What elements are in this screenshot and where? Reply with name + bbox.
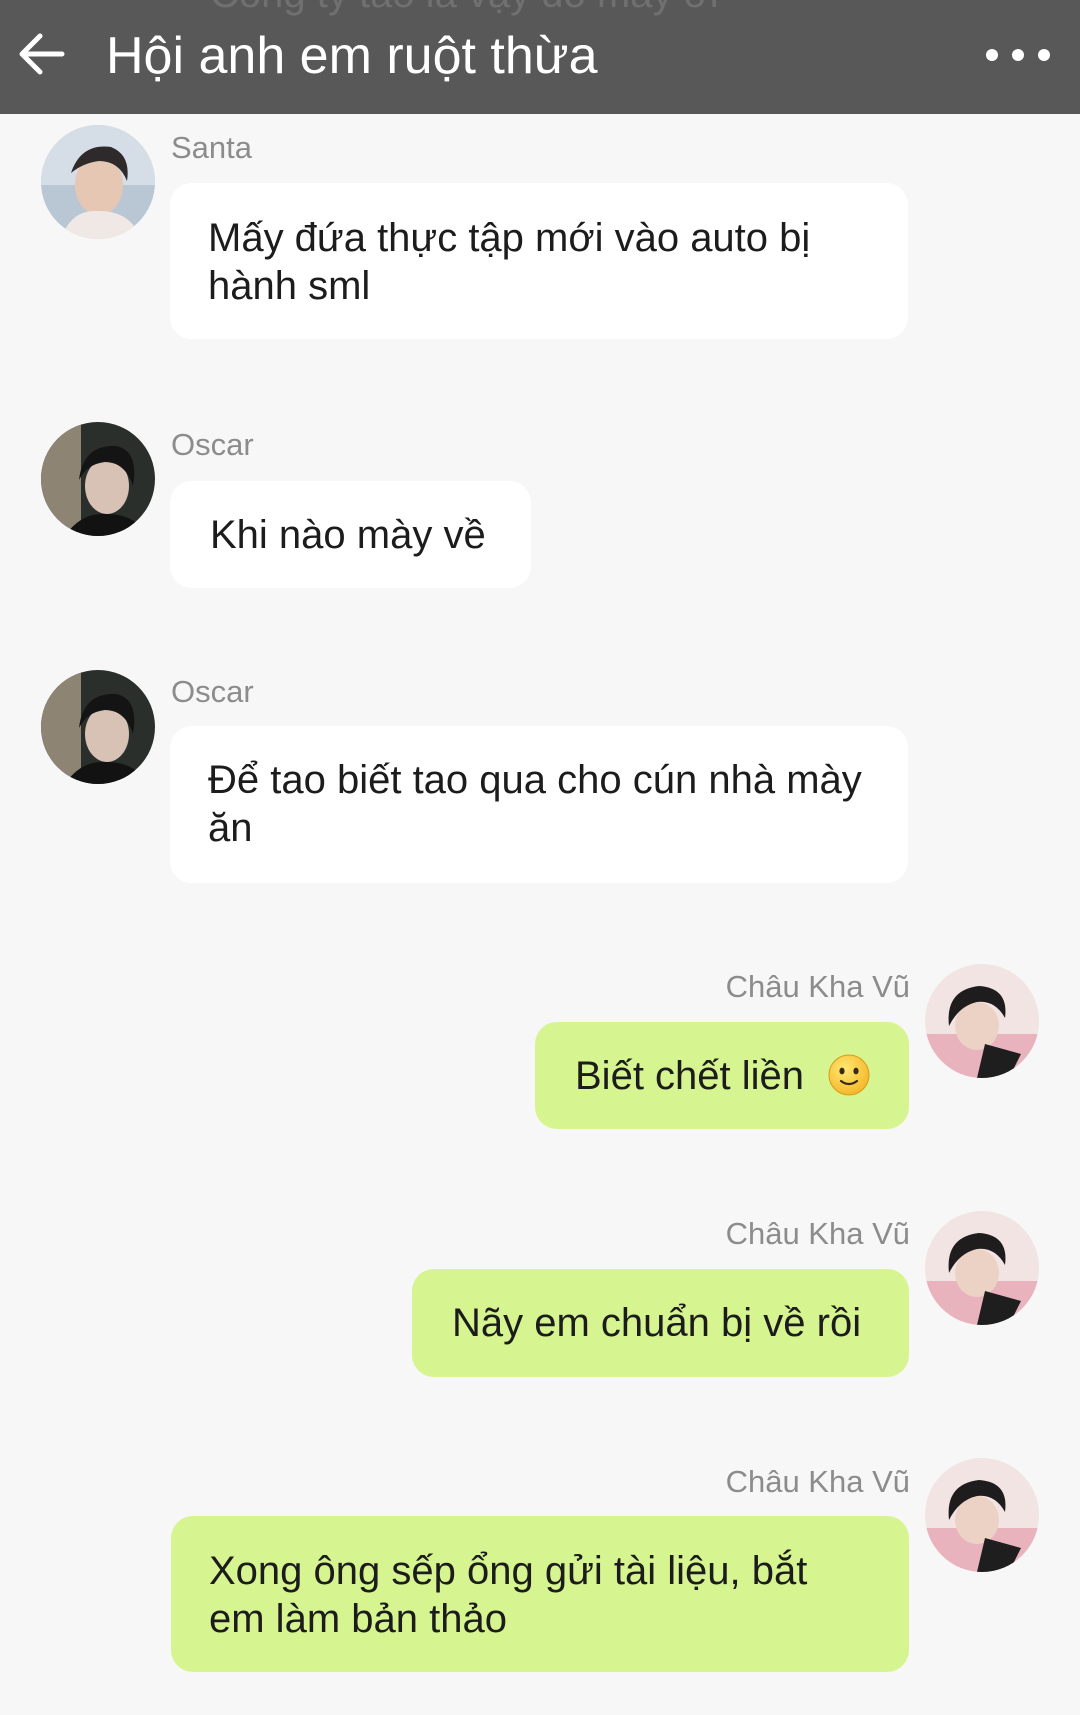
sender-name: Châu Kha Vũ bbox=[725, 1464, 910, 1499]
chat-header: Công ty tao là vậy đó mày ơi Hội anh em … bbox=[0, 0, 1080, 114]
more-options-button[interactable] bbox=[980, 34, 1060, 74]
avatar-oscar[interactable] bbox=[41, 422, 155, 536]
sender-name: Oscar bbox=[171, 427, 254, 462]
message-bubble[interactable]: Mấy đứa thực tập mới vào auto bị hành sm… bbox=[170, 183, 908, 339]
sender-name: Châu Kha Vũ bbox=[725, 969, 910, 1004]
avatar-oscar[interactable] bbox=[41, 670, 155, 784]
arrow-left-icon bbox=[19, 33, 65, 75]
avatar-chau-kha-vu[interactable] bbox=[925, 964, 1039, 1078]
message-bubble[interactable]: Để tao biết tao qua cho cún nhà mày ăn bbox=[170, 726, 908, 883]
message-bubble[interactable]: Biết chết liền bbox=[535, 1022, 909, 1129]
page-title: Hội anh em ruột thừa bbox=[106, 27, 598, 85]
slightly-smiling-face-icon bbox=[828, 1054, 870, 1096]
previous-message-ghost-text: Công ty tao là vậy đó mày ơi bbox=[210, 0, 719, 17]
sender-name: Santa bbox=[171, 130, 253, 165]
back-button[interactable] bbox=[14, 26, 70, 82]
avatar-chau-kha-vu[interactable] bbox=[925, 1458, 1039, 1572]
avatar-chau-kha-vu[interactable] bbox=[925, 1211, 1039, 1325]
message-bubble[interactable]: Xong ông sếp ổng gửi tài liệu, bắt em là… bbox=[171, 1516, 909, 1672]
sender-name: Oscar bbox=[171, 674, 254, 709]
message-text: Biết chết liền bbox=[575, 1054, 805, 1098]
more-dots-icon bbox=[986, 49, 998, 61]
message-bubble[interactable]: Khi nào mày về bbox=[170, 481, 531, 588]
sender-name: Châu Kha Vũ bbox=[725, 1216, 910, 1251]
avatar-santa[interactable] bbox=[41, 125, 155, 239]
message-bubble[interactable]: Nãy em chuẩn bị về rồi bbox=[412, 1269, 909, 1377]
